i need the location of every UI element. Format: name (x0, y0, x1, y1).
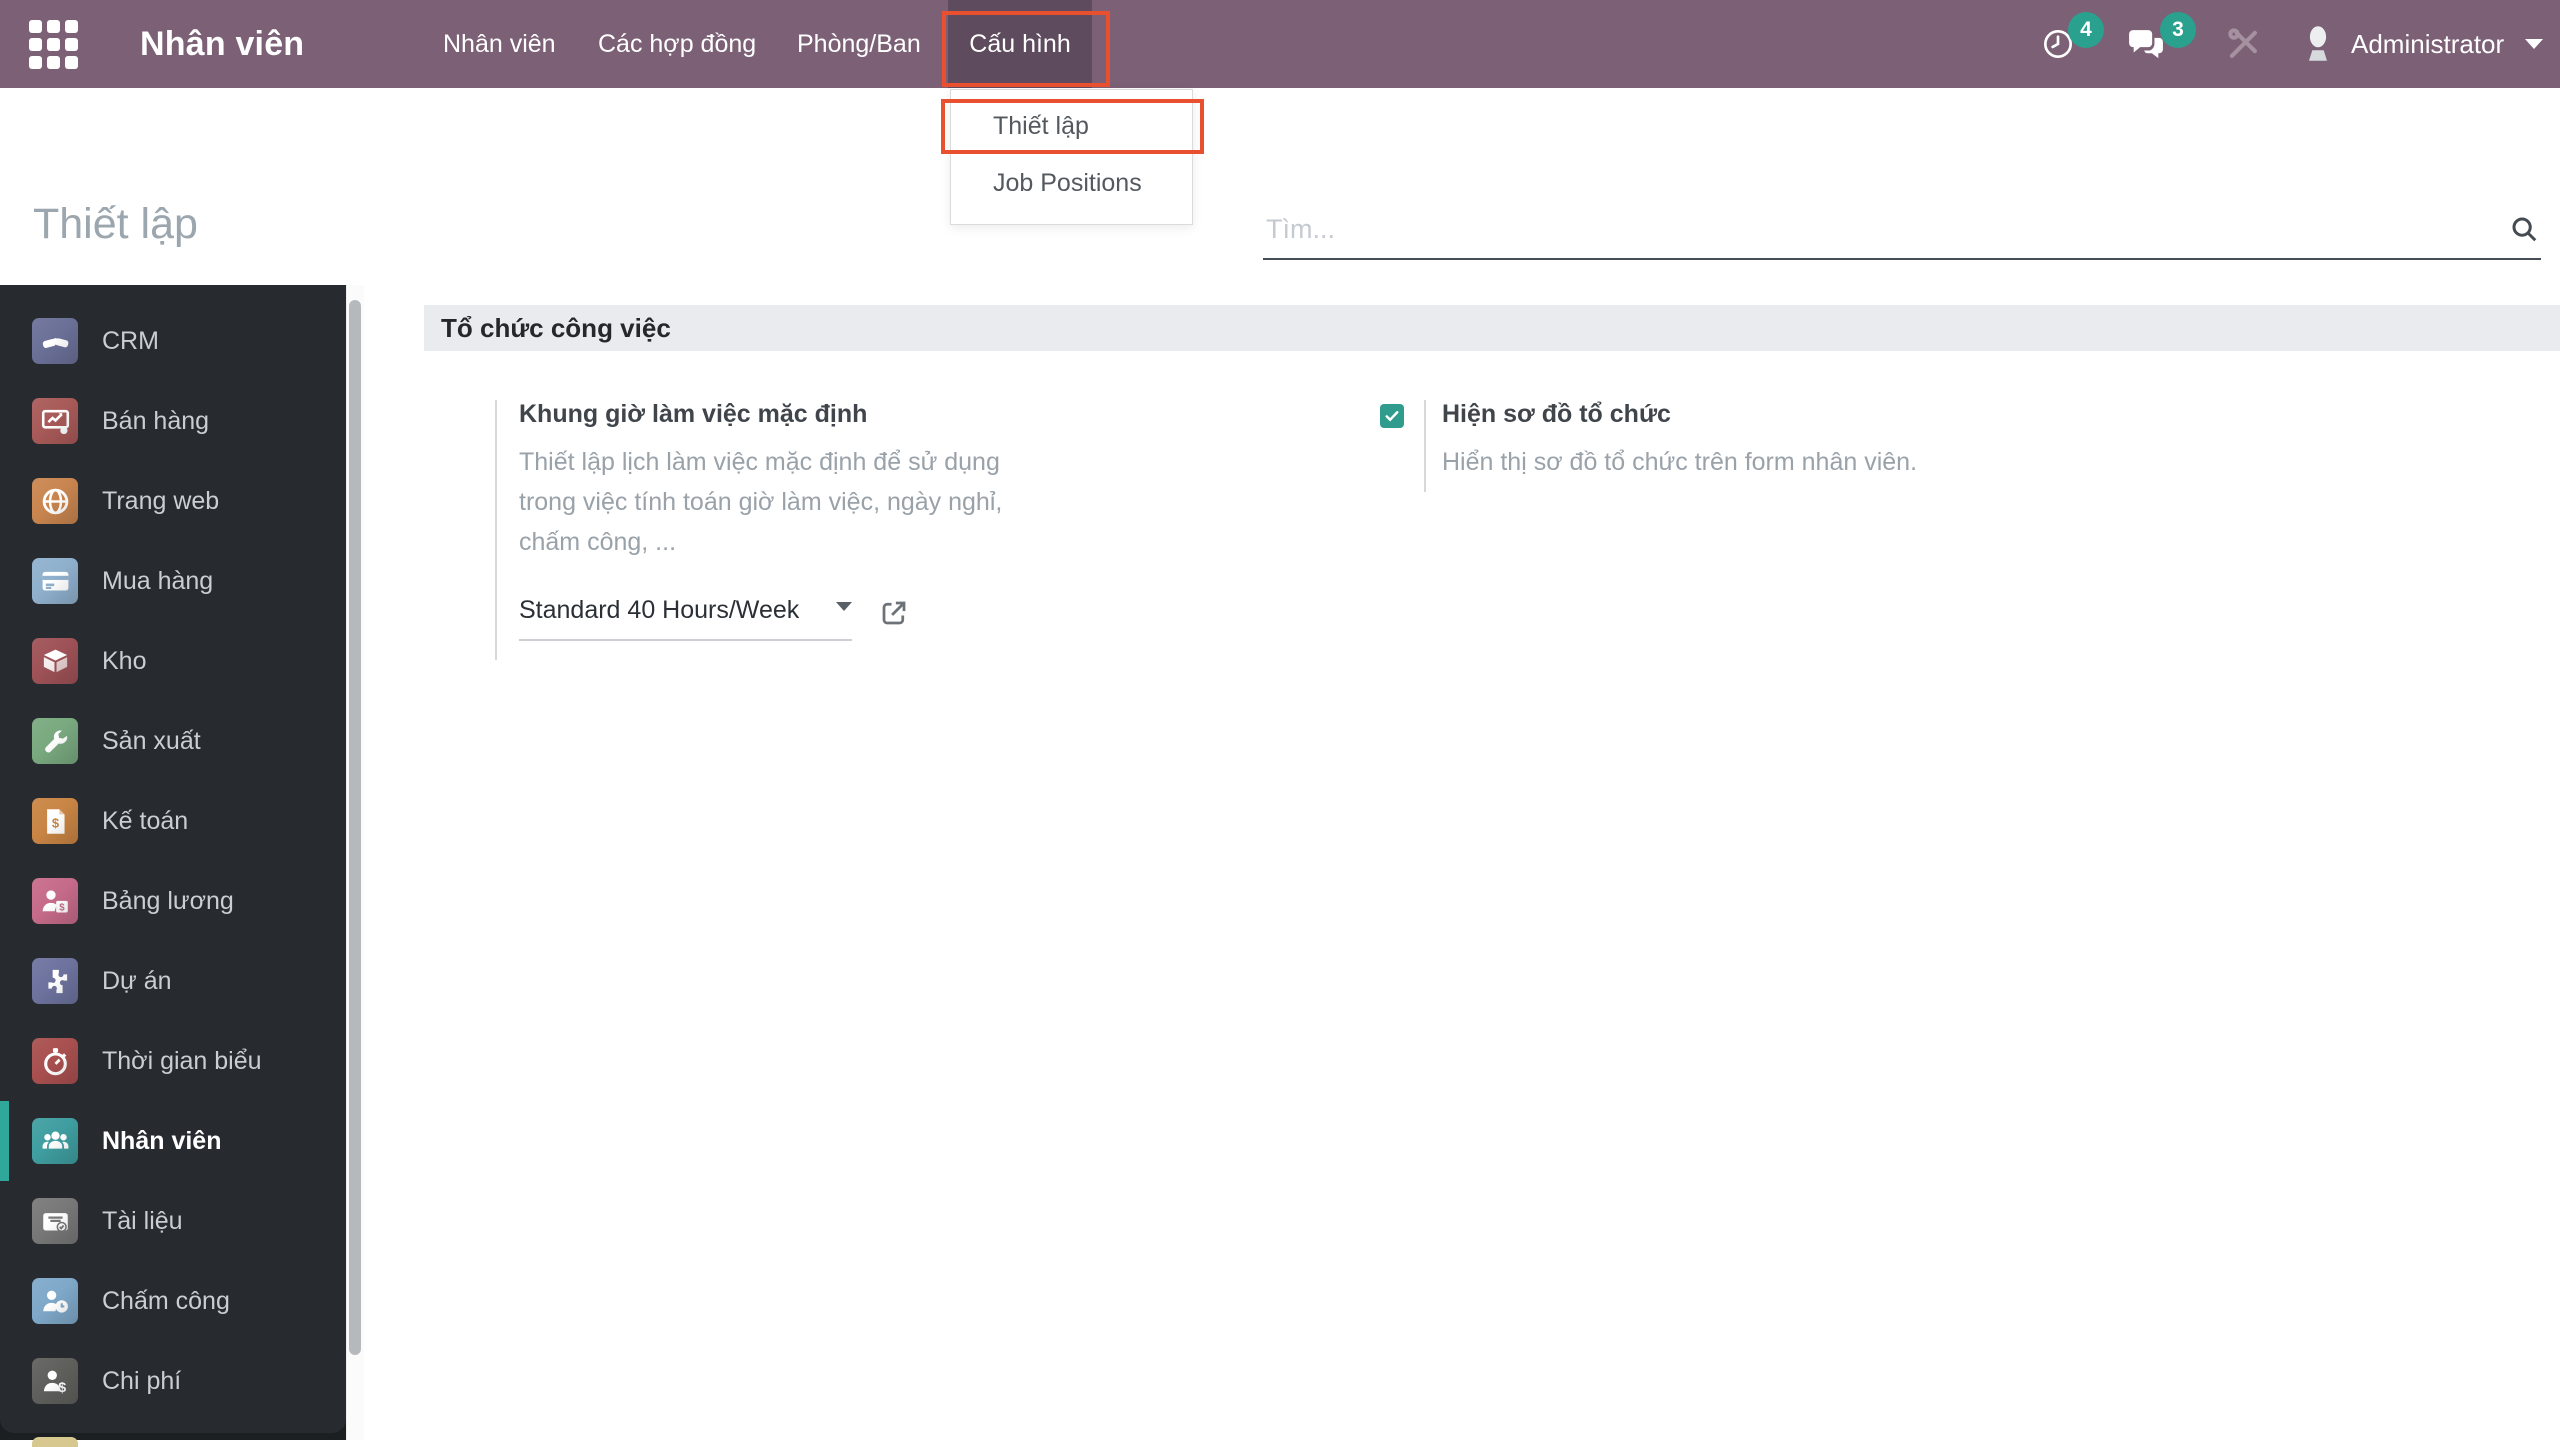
nav-menu-nhan-vien[interactable]: Nhân viên (421, 0, 578, 88)
sidebar-item-label: Trang web (102, 486, 220, 515)
sidebar-item-kho[interactable]: Kho (0, 621, 346, 701)
messages-count-badge[interactable]: 3 (2160, 12, 2196, 48)
sidebar-item-label: Chi phí (102, 1366, 182, 1395)
sidebar-item-label: Dự án (102, 966, 172, 995)
mrp-app-icon (32, 718, 78, 764)
external-link-icon[interactable] (879, 598, 909, 633)
purchase-app-icon (32, 558, 78, 604)
dropdown-item-job-positions[interactable]: Job Positions (951, 155, 1192, 212)
svg-text:$: $ (59, 902, 65, 913)
sidebar-item-label: Chấm công (102, 1286, 230, 1315)
setting-title: Hiện sơ đồ tổ chức (1442, 400, 1671, 428)
project-app-icon (32, 958, 78, 1004)
svg-text:$: $ (51, 815, 58, 830)
sidebar-item-nhan-vien[interactable]: Nhân viên (0, 1101, 346, 1181)
sidebar-item-chi-phi[interactable]: $ Chi phí (0, 1341, 346, 1421)
config-dropdown-menu: Thiết lập Job Positions (950, 89, 1193, 225)
sidebar-item-trang-web[interactable]: Trang web (0, 461, 346, 541)
sidebar-item-label: Bán hàng (102, 406, 210, 435)
sidebar-item-du-an[interactable]: Dự án (0, 941, 346, 1021)
sidebar-app-list: CRM Bán hàng Trang web Mua hàng Kho Sản … (0, 301, 346, 1421)
user-menu[interactable]: Administrator (2300, 0, 2544, 88)
sidebar-item-ke-toan[interactable]: $ Kế toán (0, 781, 346, 861)
setting-description: Hiển thị sơ đồ tổ chức trên form nhân vi… (1442, 448, 1918, 476)
sidebar-item-label: Kho (102, 646, 147, 675)
accounting-app-icon: $ (32, 798, 78, 844)
sidebar-item-san-xuat[interactable]: Sản xuất (0, 701, 346, 781)
employees-app-icon (32, 1118, 78, 1164)
user-avatar (2300, 21, 2336, 68)
sidebar-scrollbar-thumb[interactable] (349, 300, 361, 1355)
search-icon[interactable] (2509, 214, 2539, 249)
sidebar-item-tai-lieu[interactable]: Tài liệu (0, 1181, 346, 1261)
attendance-app-icon (32, 1278, 78, 1324)
sidebar-item-label: Mua hàng (102, 566, 214, 595)
documents-app-icon (32, 1198, 78, 1244)
working-hours-select[interactable]: Standard 40 Hours/Week (519, 596, 852, 641)
sidebar-item-mua-hang[interactable]: Mua hàng (0, 541, 346, 621)
sales-app-icon (32, 398, 78, 444)
sidebar-item-crm[interactable]: CRM (0, 301, 346, 381)
sidebar-item-label: Kế toán (102, 806, 189, 835)
search-input[interactable] (1263, 206, 2476, 245)
sidebar-item-cham-cong[interactable]: Chấm công (0, 1261, 346, 1341)
sidebar-scrollbar[interactable] (346, 285, 364, 1440)
timesheet-app-icon (32, 1038, 78, 1084)
crm-app-icon (32, 318, 78, 364)
nav-menu-cau-hinh[interactable]: Cấu hình (948, 0, 1092, 88)
expense-app-icon: $ (32, 1358, 78, 1404)
sidebar-item-label: Sản xuất (102, 726, 201, 755)
sidebar-item-thoi-gian-bieu[interactable]: Thời gian biểu (0, 1021, 346, 1101)
sidebar-item-bang-luong[interactable]: $ Bảng lương (0, 861, 346, 941)
app-brand-title: Nhân viên (140, 24, 305, 63)
payroll-app-icon: $ (32, 878, 78, 924)
apps-menu-icon[interactable] (29, 20, 78, 69)
setting-title: Khung giờ làm việc mặc định (519, 400, 868, 428)
company-working-hours-field: Standard 40 Hours/Week (519, 596, 906, 641)
app-sidebar: CRM Bán hàng Trang web Mua hàng Kho Sản … (0, 285, 346, 1447)
inventory-app-icon (32, 638, 78, 684)
org-chart-checkbox[interactable] (1380, 404, 1404, 428)
activity-clock-icon[interactable] (2042, 0, 2074, 88)
messages-chat-icon[interactable] (2126, 0, 2166, 88)
setting-divider (1424, 400, 1426, 492)
setting-working-hours: Khung giờ làm việc mặc định Thiết lập lị… (495, 400, 1087, 660)
chevron-down-icon (2525, 39, 2544, 49)
user-name: Administrator (2351, 28, 2505, 59)
app-sidebar-panel: CRM Bán hàng Trang web Mua hàng Kho Sản … (0, 285, 346, 1433)
page-title: Thiết lập (33, 200, 198, 248)
developer-tools-icon[interactable] (2224, 0, 2262, 88)
sidebar-item-label: Thời gian biểu (102, 1046, 262, 1075)
website-app-icon (32, 478, 78, 524)
sidebar-item-label: Nhân viên (102, 1126, 222, 1155)
select-caret-icon (836, 602, 852, 611)
control-panel: Thiết lập LƯU HUỶ BỎ (0, 88, 2560, 330)
activity-count-badge[interactable]: 4 (2068, 12, 2104, 48)
sidebar-partial-next-app-icon (32, 1437, 78, 1447)
top-navbar: Nhân viên Nhân viên Các hợp đồng Phòng/B… (0, 0, 2560, 88)
svg-text:$: $ (58, 1379, 66, 1395)
nav-menu-cac-hop-dong[interactable]: Các hợp đồng (576, 0, 778, 88)
setting-description: Thiết lập lịch làm việc mặc định để sử d… (519, 448, 1003, 556)
sidebar-item-label: Bảng lương (102, 886, 234, 915)
dropdown-item-thiet-lap[interactable]: Thiết lập (951, 98, 1192, 155)
sidebar-item-label: CRM (102, 326, 159, 355)
sidebar-item-label: Tài liệu (102, 1206, 183, 1235)
search-box (1263, 206, 2541, 260)
working-hours-value: Standard 40 Hours/Week (519, 596, 800, 624)
sidebar-item-ban-hang[interactable]: Bán hàng (0, 381, 346, 461)
section-header: Tổ chức công việc (424, 305, 2560, 351)
settings-content: Tổ chức công việc Khung giờ làm việc mặc… (364, 285, 2560, 1440)
nav-menu-phong-ban[interactable]: Phòng/Ban (775, 0, 943, 88)
